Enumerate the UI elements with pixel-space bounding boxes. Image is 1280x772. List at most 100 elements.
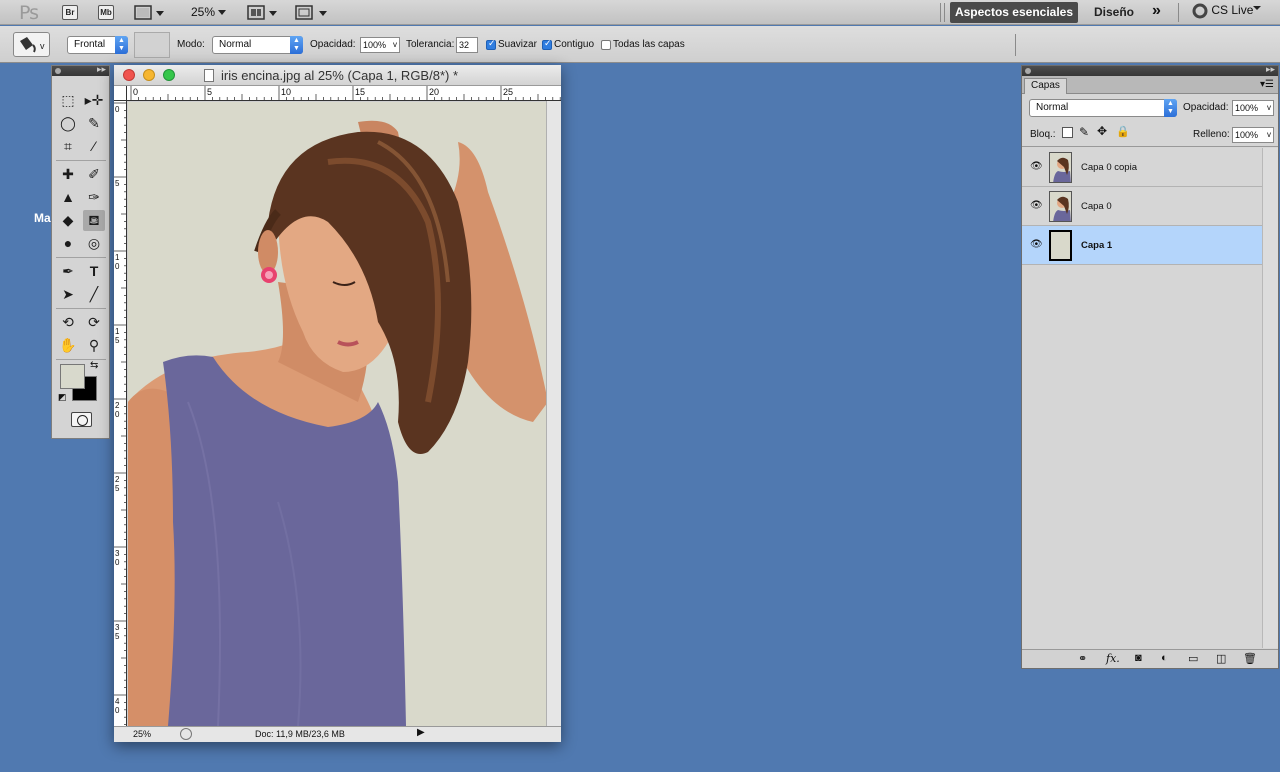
visibility-eye-icon[interactable]: 👁 [1030, 161, 1043, 172]
line-tool-icon[interactable]: ╱ [83, 284, 105, 305]
stepper-arrows-icon: ▲ ▼ [290, 36, 303, 54]
lock-transparency-icon[interactable] [1062, 127, 1073, 138]
tab-layers[interactable]: Capas [1024, 78, 1067, 94]
horizontal-ruler[interactable]: 0 5 10 15 20 25 [127, 86, 561, 101]
3d-rotate-tool-icon[interactable]: ⟲ [57, 312, 79, 333]
contiguous-checkbox[interactable] [542, 38, 552, 50]
layer-opacity-input[interactable]: 100% v [1232, 100, 1274, 116]
link-layers-icon[interactable]: ⚭ [1078, 652, 1087, 665]
type-tool-icon[interactable]: T [83, 261, 105, 282]
path-selection-tool-icon[interactable]: ➤ [57, 284, 79, 305]
cs-live-menu[interactable]: CS Live [1192, 3, 1262, 19]
pen-tool-icon[interactable]: ✒ [57, 261, 79, 282]
layer-style-icon[interactable]: fx. [1106, 652, 1120, 665]
ruler-label: 0 [115, 410, 120, 419]
workspace-essentials-button[interactable]: Aspectos esenciales [950, 2, 1078, 23]
blur-tool-icon[interactable]: ● [57, 233, 79, 254]
brush-tool-icon[interactable]: ✐ [83, 164, 105, 185]
dodge-tool-icon[interactable]: ◎ [83, 233, 105, 254]
screen-mode-button[interactable] [295, 4, 327, 21]
bridge-button[interactable]: Br [62, 5, 78, 20]
tool-preset-picker[interactable]: v [13, 32, 50, 57]
antialias-checkbox[interactable] [486, 38, 496, 50]
layer-blend-mode-select[interactable]: Normal ▲ ▼ [1029, 99, 1177, 117]
antialias-label: Suavizar [498, 39, 537, 50]
fill-source-select[interactable]: Frontal ▲ ▼ [67, 36, 128, 54]
add-mask-icon[interactable]: ◙ [1135, 652, 1142, 664]
close-icon[interactable] [1025, 68, 1031, 74]
panel-tab-row: Capas ▾☰ [1022, 76, 1278, 94]
vertical-scrollbar[interactable] [546, 101, 561, 726]
hand-tool-icon[interactable]: ✋ [57, 335, 79, 356]
swap-colors-icon[interactable]: ⇆ [90, 360, 98, 371]
workspace-design-button[interactable]: Diseño [1094, 5, 1134, 19]
vertical-ruler[interactable]: 0510152025303540 [114, 101, 127, 726]
divider [1178, 3, 1179, 22]
ruler-origin[interactable] [114, 86, 127, 101]
eraser-tool-icon[interactable]: ◆ [57, 210, 79, 231]
panel-menu-icon[interactable]: ▾☰ [1260, 79, 1274, 90]
mini-bridge-button[interactable]: Mb [98, 5, 114, 20]
healing-brush-tool-icon[interactable]: ✚ [57, 164, 79, 185]
clone-stamp-tool-icon[interactable]: ▲ [57, 187, 79, 208]
close-icon[interactable] [55, 68, 61, 74]
new-layer-icon[interactable]: ◫ [1216, 652, 1226, 665]
opacity-input[interactable]: 100% v [360, 37, 400, 53]
arrange-documents-button[interactable] [247, 4, 277, 21]
status-menu-icon[interactable] [180, 728, 192, 740]
layer-row[interactable]: 👁 Capa 0 copia [1022, 148, 1262, 187]
status-menu-arrow-icon[interactable]: ▶ [417, 727, 425, 738]
default-colors-icon[interactable]: ◩ [58, 392, 67, 403]
lock-pixels-icon[interactable]: ✎ [1079, 125, 1089, 139]
lasso-tool-icon[interactable]: ◯ [57, 113, 79, 134]
collapse-icon[interactable]: ▸▸ [97, 64, 106, 75]
quick-mask-button[interactable] [71, 412, 92, 427]
new-group-icon[interactable]: ▭ [1188, 652, 1198, 665]
layer-row-selected[interactable]: 👁 Capa 1 [1022, 226, 1262, 265]
close-window-icon[interactable] [123, 69, 135, 81]
minimize-window-icon[interactable] [143, 69, 155, 81]
document-title: iris encina.jpg al 25% (Capa 1, RGB/8*) … [221, 68, 459, 83]
marquee-tool-icon[interactable]: ⬚ [57, 90, 79, 111]
quick-selection-tool-icon[interactable]: ✎ [83, 113, 105, 134]
lock-all-icon[interactable]: 🔒 [1116, 125, 1130, 138]
pattern-picker[interactable] [134, 32, 170, 58]
ruler-label: 1 [115, 253, 120, 262]
layers-scrollbar[interactable] [1262, 148, 1278, 648]
crop-tool-icon[interactable]: ⌗ [57, 136, 79, 157]
adjustment-layer-icon[interactable]: ◐ [1161, 652, 1168, 664]
foreground-color-swatch[interactable] [60, 364, 85, 389]
chevron-down-icon: v [1267, 130, 1271, 139]
view-extras-button[interactable] [134, 4, 164, 21]
zoom-level-menu[interactable]: 25% [191, 5, 227, 19]
eyedropper-tool-icon[interactable]: ⁄ [83, 136, 105, 157]
status-zoom[interactable]: 25% [133, 729, 151, 739]
visibility-eye-icon[interactable]: 👁 [1030, 239, 1043, 250]
paint-bucket-icon: v [20, 37, 45, 53]
document-title-bar[interactable]: iris encina.jpg al 25% (Capa 1, RGB/8*) … [114, 65, 561, 86]
more-workspaces-button[interactable]: » [1152, 2, 1161, 20]
all-layers-checkbox[interactable] [601, 40, 611, 50]
history-brush-tool-icon[interactable]: ✑ [83, 187, 105, 208]
move-tool-icon[interactable]: ▸✛ [83, 90, 105, 111]
delete-layer-icon[interactable]: 🗑 [1243, 652, 1257, 665]
image-canvas[interactable] [128, 102, 546, 726]
3d-orbit-tool-icon[interactable]: ⟳ [83, 312, 105, 333]
tolerance-input[interactable]: 32 [456, 37, 478, 53]
panel-grip[interactable]: ▸▸ [52, 64, 109, 76]
zoom-window-icon[interactable] [163, 69, 175, 81]
collapse-icon[interactable]: ▸▸ [1266, 64, 1275, 75]
stepper-arrows-icon: ▲ ▼ [1164, 99, 1177, 117]
layer-row[interactable]: 👁 Capa 0 [1022, 187, 1262, 226]
blend-mode-select[interactable]: Normal ▲ ▼ [212, 36, 303, 54]
zoom-tool-icon[interactable]: ⚲ [83, 335, 105, 356]
visibility-eye-icon[interactable]: 👁 [1030, 200, 1043, 211]
panel-grip[interactable]: ▸▸ [1022, 64, 1278, 76]
lock-position-icon[interactable]: ✥ [1097, 124, 1107, 138]
layer-opacity-label: Opacidad: [1183, 102, 1229, 113]
document-window: iris encina.jpg al 25% (Capa 1, RGB/8*) … [114, 65, 561, 742]
fill-input[interactable]: 100% v [1232, 127, 1274, 143]
paint-bucket-tool-icon[interactable]: ⛾ [83, 210, 105, 231]
status-document-size: Doc: 11,9 MB/23,6 MB [255, 729, 345, 739]
stepper-arrows-icon: ▲ ▼ [115, 36, 128, 54]
